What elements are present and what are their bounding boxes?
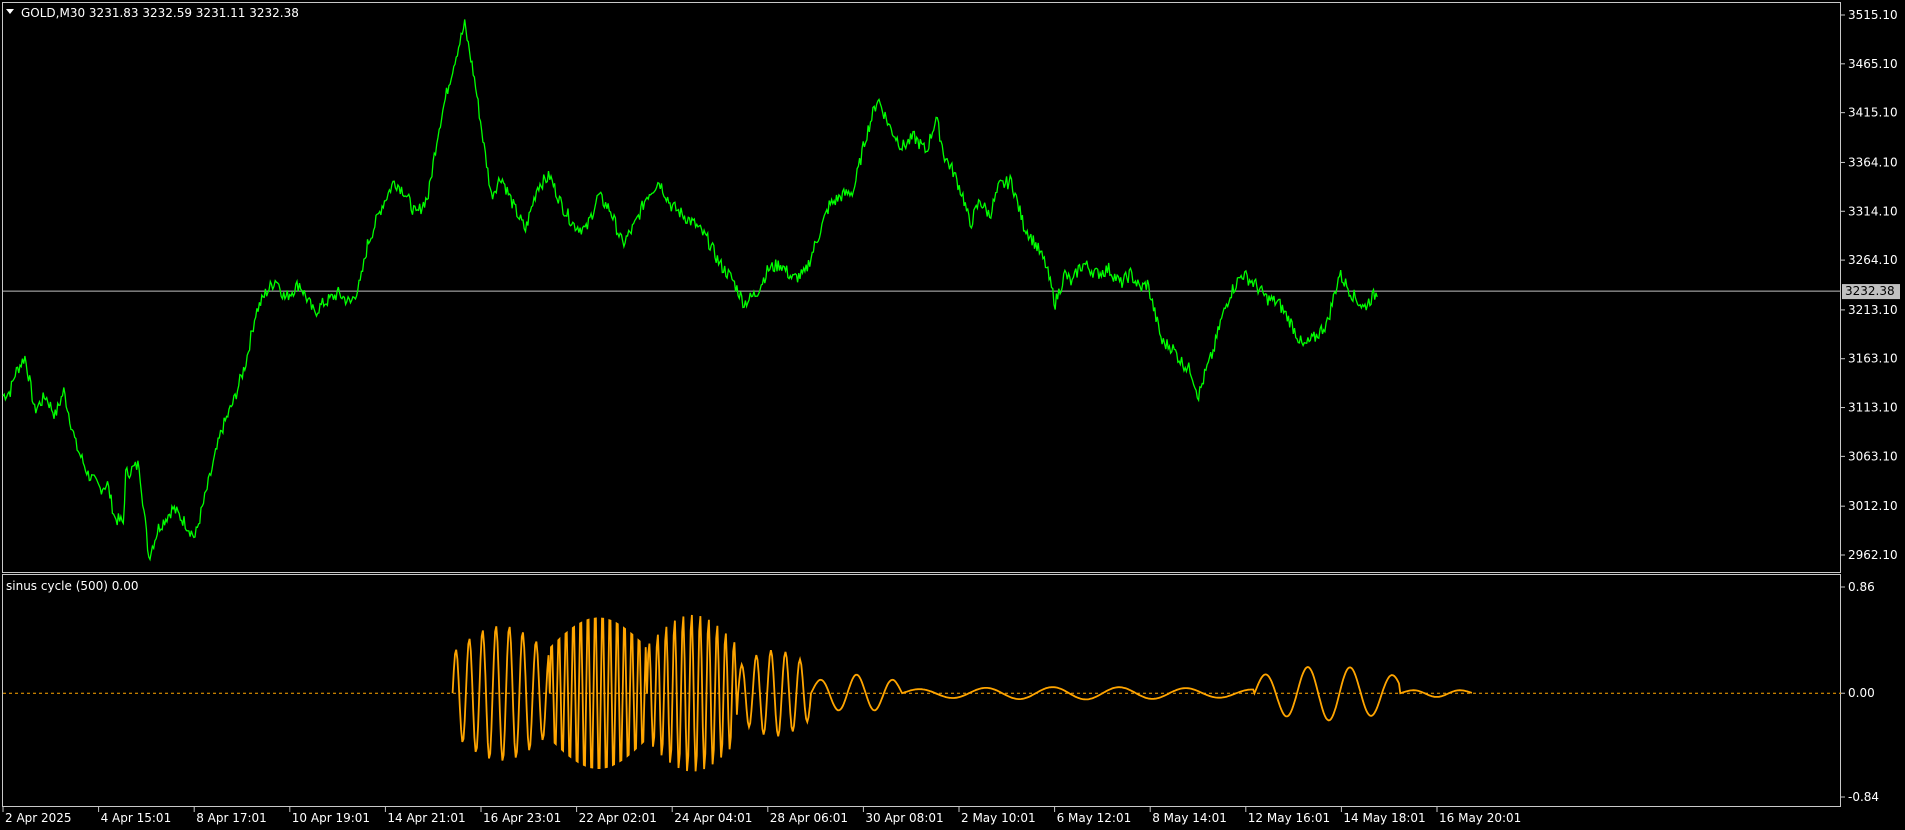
price-label: 3364.10	[1848, 155, 1898, 169]
price-label: 3163.10	[1848, 352, 1898, 366]
price-label: 3012.10	[1848, 499, 1898, 513]
price-label: 3063.10	[1848, 449, 1898, 463]
indicator-label: 0.86	[1848, 580, 1875, 594]
symbol-header: GOLD,M30 3231.83 3232.59 3231.11 3232.38	[21, 6, 299, 20]
indicator-label: 0.00	[1848, 686, 1875, 700]
time-label: 28 Apr 06:01	[770, 811, 848, 825]
time-label: 30 Apr 08:01	[865, 811, 943, 825]
time-label: 14 Apr 21:01	[387, 811, 465, 825]
time-label: 2 Apr 2025	[5, 811, 72, 825]
time-label: 6 May 12:01	[1057, 811, 1132, 825]
price-label: 3264.10	[1848, 253, 1898, 267]
time-label: 2 May 10:01	[961, 811, 1036, 825]
time-label: 8 Apr 17:01	[196, 811, 267, 825]
time-label: 22 Apr 02:01	[579, 811, 657, 825]
price-label: 3113.10	[1848, 401, 1898, 415]
time-label: 8 May 14:01	[1152, 811, 1227, 825]
time-label: 4 Apr 15:01	[101, 811, 172, 825]
price-label: 2962.10	[1848, 548, 1898, 562]
trading-chart[interactable]: GOLD,M30 3231.83 3232.59 3231.11 3232.38…	[0, 0, 1905, 830]
price-label: 3465.10	[1848, 57, 1898, 71]
time-label: 24 Apr 04:01	[674, 811, 752, 825]
indicator-label: -0.84	[1848, 790, 1879, 804]
price-label: 3415.10	[1848, 106, 1898, 120]
price-label: 3314.10	[1848, 204, 1898, 218]
time-label: 14 May 18:01	[1343, 811, 1425, 825]
chart-background	[0, 0, 1905, 830]
indicator-header: sinus cycle (500) 0.00	[6, 579, 139, 593]
current-price-label: 3232.38	[1845, 284, 1895, 298]
price-label: 3515.10	[1848, 8, 1898, 22]
time-label: 12 May 16:01	[1248, 811, 1330, 825]
time-label: 16 May 20:01	[1439, 811, 1521, 825]
time-label: 10 Apr 19:01	[292, 811, 370, 825]
price-label: 3213.10	[1848, 303, 1898, 317]
time-label: 16 Apr 23:01	[483, 811, 561, 825]
